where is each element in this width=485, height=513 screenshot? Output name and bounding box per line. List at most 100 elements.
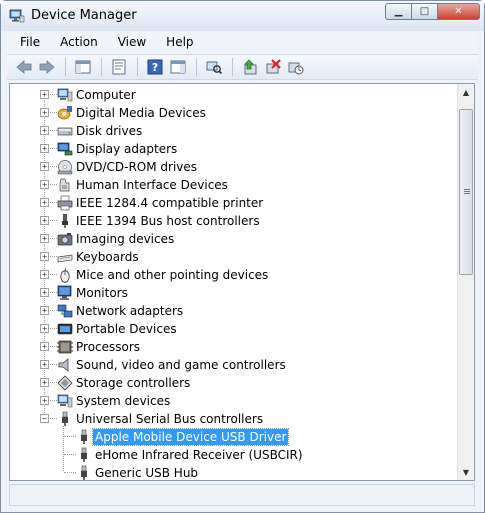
tree-device-label: Generic USB Hub <box>95 466 199 480</box>
tree-category-label: Portable Devices <box>76 322 177 336</box>
expand-toggle[interactable]: + <box>40 252 49 261</box>
tree-category-label: Sound, video and game controllers <box>76 358 286 372</box>
system-device-icon <box>57 394 73 408</box>
expand-toggle[interactable]: + <box>40 306 49 315</box>
caption-buttons: ▁ □ ✕ <box>385 3 480 21</box>
tree-category-label: IEEE 1284.4 compatible printer <box>76 196 264 210</box>
tree-category-row[interactable]: + DVD/CD-ROM drives <box>10 158 458 176</box>
menu-file[interactable]: File <box>7 35 47 49</box>
properties-button[interactable] <box>108 57 130 77</box>
help-button[interactable]: ? <box>144 57 166 77</box>
close-button[interactable]: ✕ <box>437 3 480 20</box>
expand-toggle[interactable]: + <box>40 198 49 207</box>
expand-toggle[interactable]: + <box>40 378 49 387</box>
expand-toggle[interactable]: + <box>40 144 49 153</box>
computer-icon <box>57 88 73 102</box>
uninstall-icon <box>266 59 281 74</box>
expand-toggle[interactable]: + <box>40 216 49 225</box>
console-tree-icon <box>75 60 91 74</box>
expand-toggle[interactable]: + <box>40 360 49 369</box>
show-hide-action-pane-button[interactable] <box>167 57 189 77</box>
expand-toggle[interactable]: + <box>40 90 49 99</box>
tree-device-row[interactable]: Apple Mobile Device USB Driver <box>10 428 458 446</box>
expand-toggle[interactable]: + <box>40 162 49 171</box>
disable-button[interactable] <box>285 57 307 77</box>
tree-connector <box>50 112 57 113</box>
update-driver-button[interactable] <box>239 57 261 77</box>
uninstall-button[interactable] <box>262 57 284 77</box>
menu-action[interactable]: Action <box>47 35 105 49</box>
tree-connector <box>50 328 57 329</box>
tree-connector <box>64 472 76 473</box>
expand-toggle[interactable]: + <box>40 396 49 405</box>
tree-category-row[interactable]: + IEEE 1284.4 compatible printer <box>10 194 458 212</box>
scan-hardware-changes-button[interactable] <box>203 57 225 77</box>
expand-toggle[interactable]: + <box>40 234 49 243</box>
expand-toggle[interactable]: + <box>40 288 49 297</box>
speaker-icon <box>58 358 69 372</box>
tree-category-row[interactable]: + Digital Media Devices <box>10 104 458 122</box>
tree-category-row[interactable]: + Computer <box>10 86 458 104</box>
tree-category-row[interactable]: + Monitors <box>10 284 458 302</box>
tree-category-row[interactable]: + System devices <box>10 392 458 410</box>
tree-category-row[interactable]: + Imaging devices <box>10 230 458 248</box>
tree-category-row[interactable]: + Storage controllers <box>10 374 458 392</box>
tree-device-row[interactable]: eHome Infrared Receiver (USBCIR) <box>10 446 458 464</box>
tree-connector <box>50 382 57 383</box>
tree-category-label: Network adapters <box>76 304 184 318</box>
tree-category-row[interactable]: + IEEE 1394 Bus host controllers <box>10 212 458 230</box>
tree-connector <box>50 166 57 167</box>
tree-category-row[interactable]: + Mice and other pointing devices <box>10 266 458 284</box>
tree-category-row[interactable]: + Processors <box>10 338 458 356</box>
scroll-down-arrow-icon: ▼ <box>462 467 470 477</box>
menu-view[interactable]: View <box>105 35 153 49</box>
keyboard-icon <box>57 254 73 263</box>
tree-device-row[interactable]: Generic USB Hub <box>10 464 458 480</box>
tree-category-row[interactable]: + Portable Devices <box>10 320 458 338</box>
tree-category-row[interactable]: + Keyboards <box>10 248 458 266</box>
expand-toggle[interactable]: + <box>40 342 49 351</box>
back-arrow-icon <box>16 60 32 74</box>
maximize-button[interactable]: □ <box>411 3 437 20</box>
scroll-up-button[interactable]: ▲ <box>458 84 474 100</box>
firewire-icon <box>62 214 68 228</box>
scroll-thumb[interactable] <box>459 109 473 275</box>
tree-category-row[interactable]: + Human Interface Devices <box>10 176 458 194</box>
hid-icon <box>59 178 70 192</box>
menu-help[interactable]: Help <box>153 35 200 49</box>
camera-icon <box>57 233 73 246</box>
expand-toggle[interactable]: + <box>40 180 49 189</box>
device-manager-window: Device Manager ▁ □ ✕ File Action View He… <box>0 0 485 513</box>
tree-category-label: Processors <box>76 340 141 354</box>
tree-category-row[interactable]: + Disk drives <box>10 122 458 140</box>
minimize-icon: ▁ <box>394 6 403 17</box>
maximize-icon: □ <box>419 6 430 17</box>
tree-connector <box>50 184 57 185</box>
expand-toggle[interactable]: + <box>40 126 49 135</box>
back-button[interactable] <box>13 57 35 77</box>
tree-category-label: Human Interface Devices <box>76 178 228 192</box>
tree-category-row[interactable]: + Sound, video and game controllers <box>10 356 458 374</box>
expand-toggle[interactable]: + <box>40 324 49 333</box>
usb-device-icon <box>81 429 87 444</box>
usb-device-icon <box>81 447 87 462</box>
collapse-toggle[interactable]: − <box>40 414 49 423</box>
forward-button[interactable] <box>36 57 58 77</box>
minimize-button[interactable]: ▁ <box>385 3 411 20</box>
tree-connector <box>50 400 57 401</box>
tree-category-row[interactable]: − Universal Serial Bus controllers <box>10 410 458 428</box>
digital-media-icon <box>57 106 72 120</box>
expand-toggle[interactable]: + <box>40 108 49 117</box>
scroll-down-button[interactable]: ▼ <box>458 464 474 480</box>
title-bar[interactable]: Device Manager ▁ □ ✕ <box>1 1 484 31</box>
toolbar-separator <box>232 58 233 76</box>
tree-connector <box>50 292 57 293</box>
properties-icon <box>112 59 126 75</box>
tree-category-row[interactable]: + Network adapters <box>10 302 458 320</box>
tree-category-row[interactable]: + Display adapters <box>10 140 458 158</box>
expand-toggle[interactable]: + <box>40 270 49 279</box>
show-hide-console-tree-button[interactable] <box>72 57 94 77</box>
dvd-drive-icon <box>57 160 73 175</box>
help-icon: ? <box>147 59 163 75</box>
vertical-scrollbar[interactable]: ▲ ▼ <box>457 84 474 480</box>
